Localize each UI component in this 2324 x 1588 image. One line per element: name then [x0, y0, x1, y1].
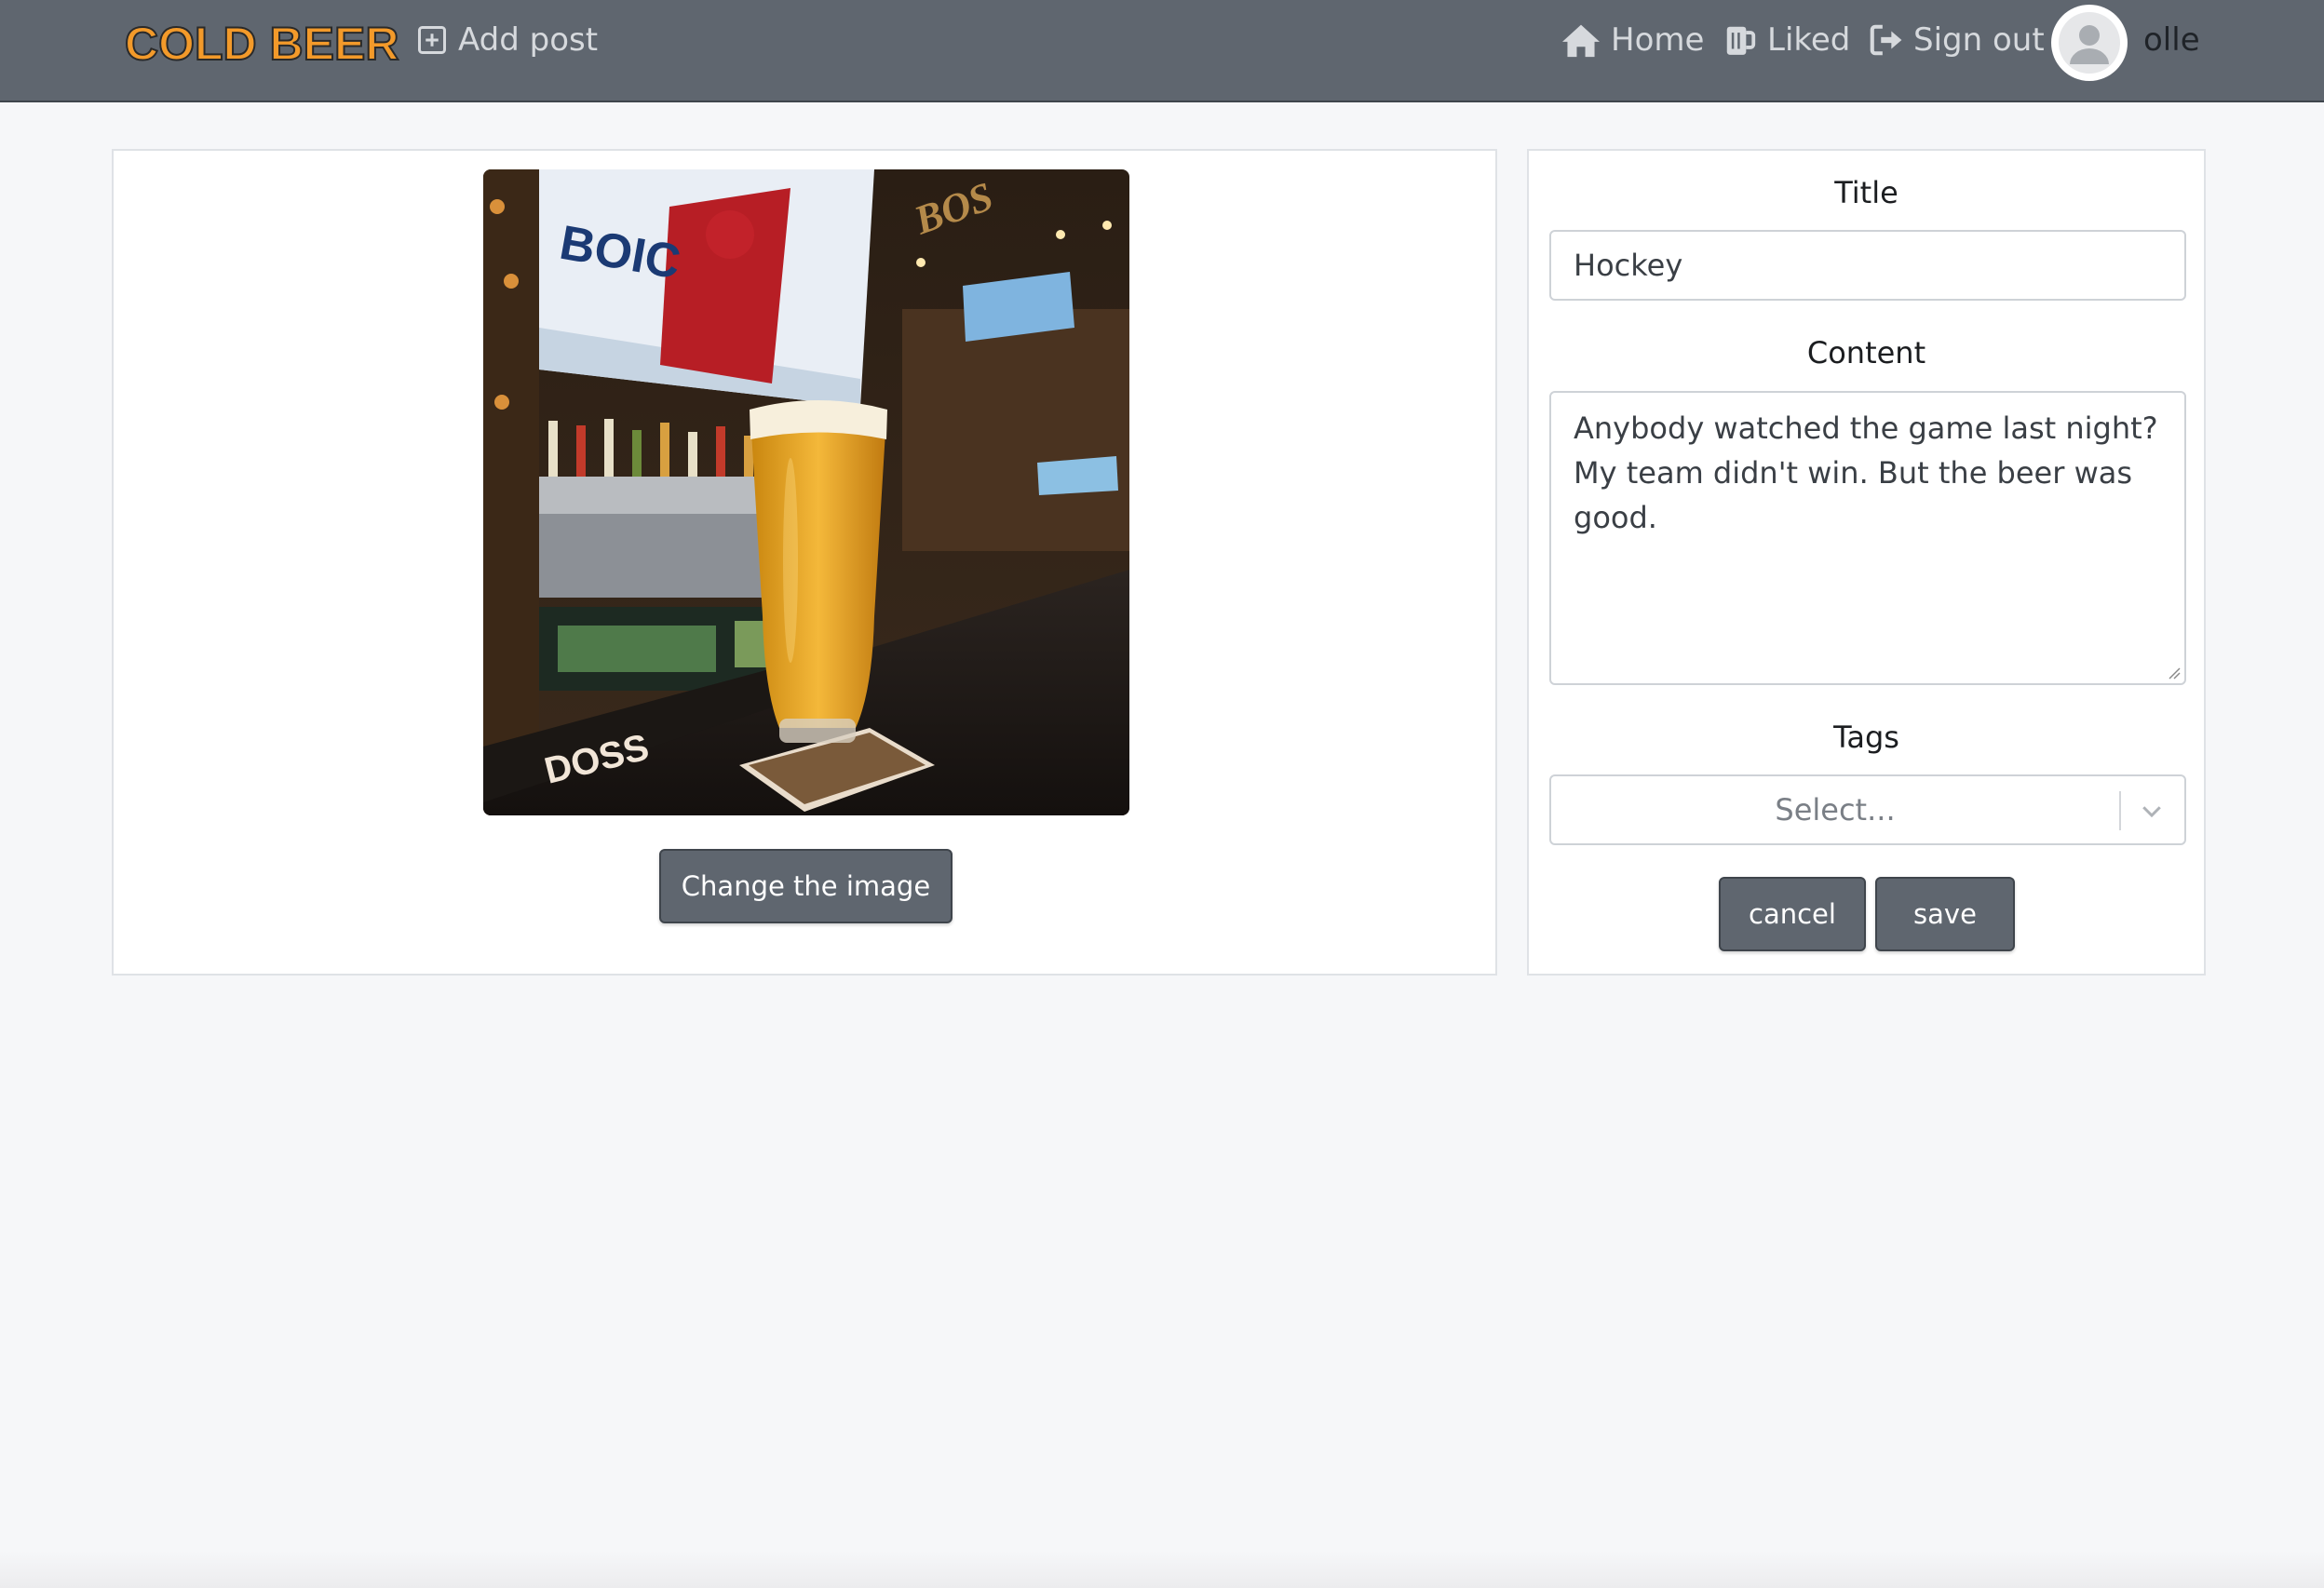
title-label: Title: [1834, 175, 1898, 210]
plus-square-icon: [418, 26, 446, 54]
home-icon: [1562, 24, 1600, 58]
save-button[interactable]: save: [1875, 877, 2015, 951]
content-textarea[interactable]: Anybody watched the game last night? My …: [1549, 391, 2186, 685]
avatar[interactable]: [2051, 5, 2128, 81]
image-card: BOIC BOS DOSS Change the image: [112, 149, 1497, 976]
title-input[interactable]: Hockey: [1549, 230, 2186, 301]
navbar: COLD BEER Add post Home Liked Sign out o…: [0, 0, 2324, 102]
sign-out-icon: [1870, 24, 1902, 56]
bottom-shade: [0, 1551, 2324, 1588]
content-text: Anybody watched the game last night? My …: [1574, 410, 2158, 535]
tags-label: Tags: [1833, 720, 1899, 755]
nav-home[interactable]: Home: [1561, 19, 1704, 61]
brand-logo[interactable]: COLD BEER: [124, 17, 399, 71]
user-avatar-icon: [2059, 12, 2120, 74]
content-label: Content: [1806, 335, 1926, 370]
change-image-button[interactable]: Change the image: [659, 849, 953, 923]
nav-liked-label: Liked: [1767, 21, 1851, 59]
tags-placeholder: Select...: [1775, 792, 1896, 828]
nav-add-post-label: Add post: [458, 21, 599, 59]
nav-liked[interactable]: Liked: [1723, 19, 1850, 61]
chevron-down-icon[interactable]: [2138, 797, 2166, 825]
edit-post-form: Title Hockey Content Anybody watched the…: [1527, 149, 2206, 976]
beer-mug-icon: [1726, 26, 1756, 55]
nav-sign-out[interactable]: Sign out: [1867, 19, 2045, 61]
nav-sign-out-label: Sign out: [1913, 21, 2045, 59]
select-separator: [2119, 791, 2121, 830]
username[interactable]: olle: [2143, 19, 2200, 61]
nav-home-label: Home: [1611, 21, 1705, 59]
tags-select[interactable]: Select...: [1549, 774, 2186, 845]
cancel-button[interactable]: cancel: [1719, 877, 1866, 951]
post-image: BOIC BOS DOSS: [483, 169, 1129, 815]
resize-grip-icon[interactable]: [2166, 665, 2181, 680]
nav-add-post[interactable]: Add post: [415, 19, 598, 61]
